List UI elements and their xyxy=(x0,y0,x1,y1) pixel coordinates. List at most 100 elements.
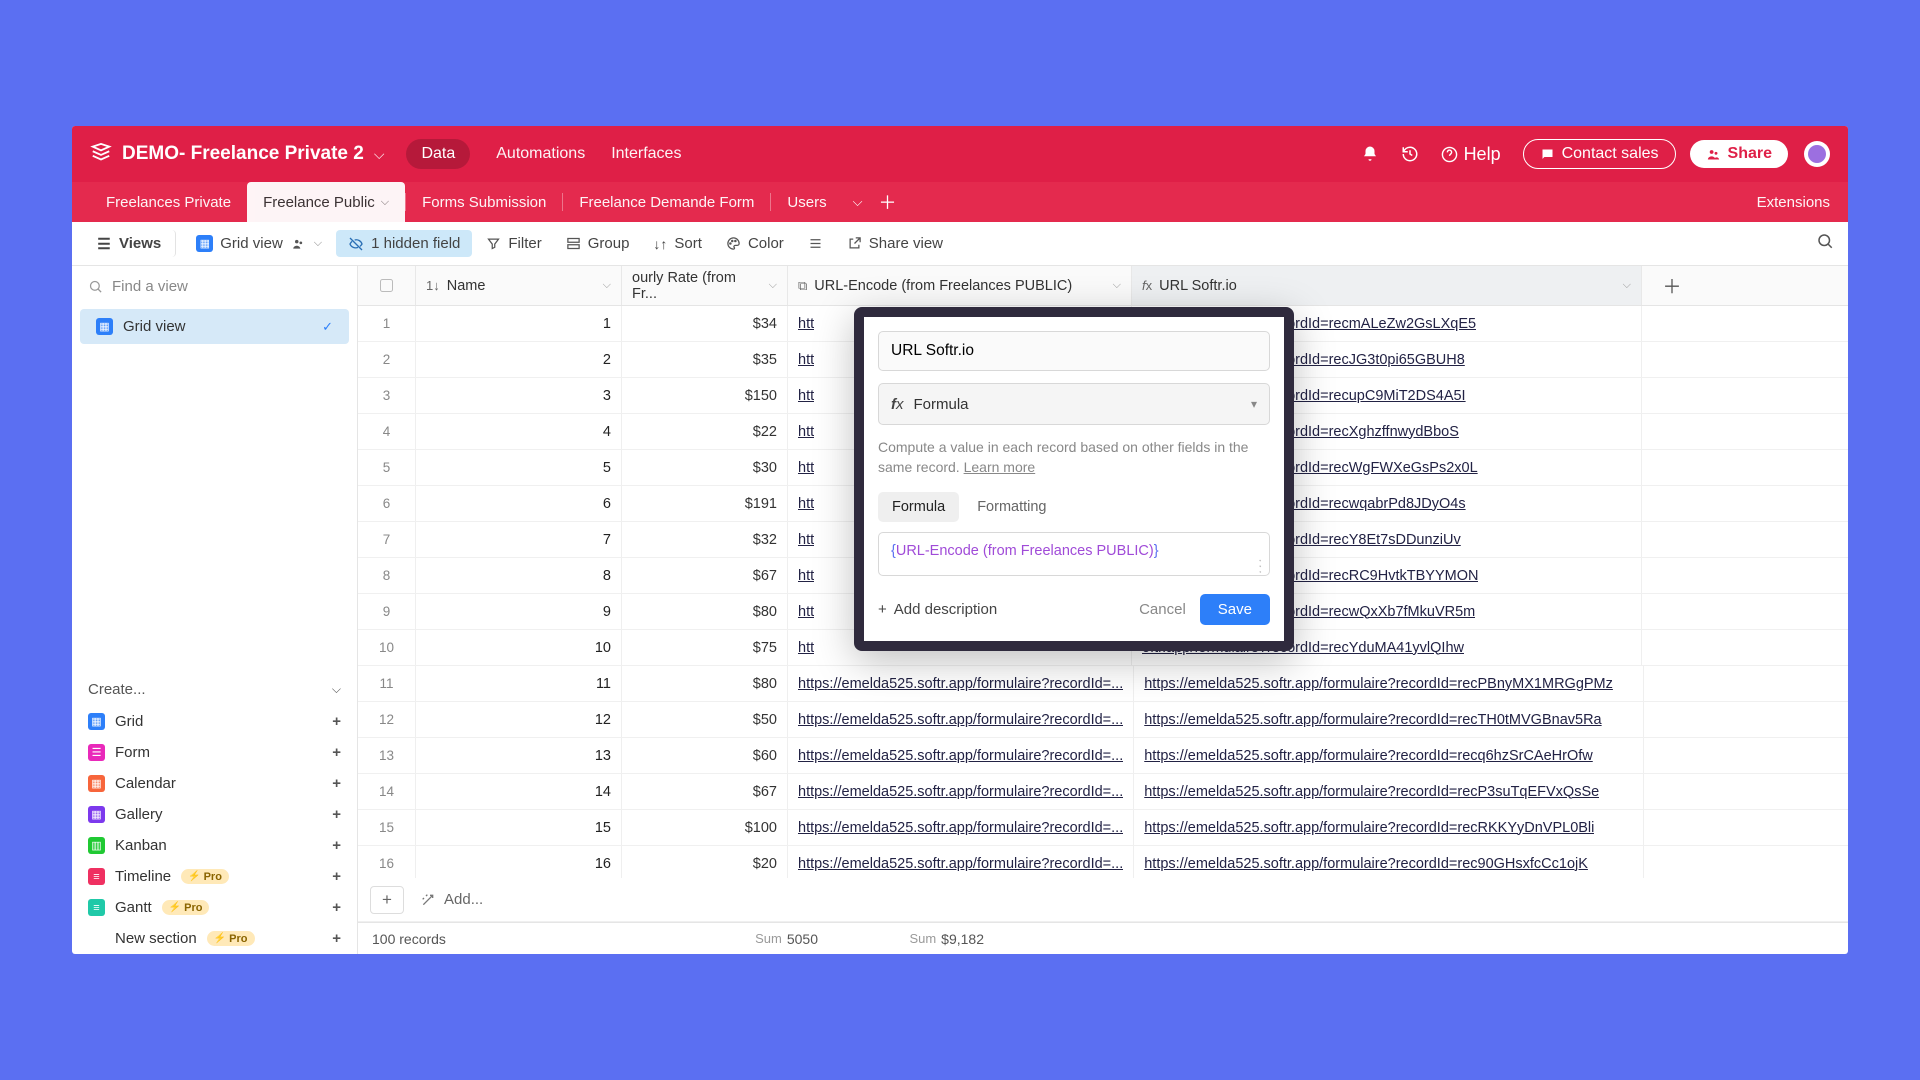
cell-name[interactable]: 5 xyxy=(416,450,622,485)
views-button[interactable]: ☰ Views xyxy=(86,230,176,257)
tab-demande-form[interactable]: Freelance Demande Form xyxy=(563,182,770,222)
summary-name[interactable]: Sum 5050 xyxy=(622,931,828,947)
help-button[interactable]: Help xyxy=(1441,144,1501,165)
share-view-button[interactable]: Share view xyxy=(837,230,953,257)
cell-url-encode[interactable]: https://emelda525.softr.app/formulaire?r… xyxy=(788,738,1134,773)
create-timeline[interactable]: ≡ Timeline Pro + xyxy=(72,861,357,892)
row-height-button[interactable] xyxy=(798,231,833,256)
subtab-formatting[interactable]: Formatting xyxy=(963,492,1060,522)
cell-name[interactable]: 11 xyxy=(416,666,622,701)
cell-name[interactable]: 1 xyxy=(416,306,622,341)
table-row[interactable]: 1212$50https://emelda525.softr.app/formu… xyxy=(358,702,1848,738)
create-header[interactable]: Create... ⌵ xyxy=(72,673,357,706)
color-button[interactable]: Color xyxy=(716,230,794,257)
group-button[interactable]: Group xyxy=(556,230,640,257)
cell-rate[interactable]: $67 xyxy=(622,558,788,593)
tab-freelance-public[interactable]: Freelance Public ⌵ xyxy=(247,182,405,222)
cell-name[interactable]: 8 xyxy=(416,558,622,593)
table-row[interactable]: 1414$67https://emelda525.softr.app/formu… xyxy=(358,774,1848,810)
cell-name[interactable]: 12 xyxy=(416,702,622,737)
cell-rate[interactable]: $22 xyxy=(622,414,788,449)
tab-freelances-private[interactable]: Freelances Private xyxy=(90,182,247,222)
gridview-picker[interactable]: ▦ Grid view ⌵ xyxy=(186,230,332,257)
select-all-checkbox[interactable] xyxy=(358,266,416,305)
cell-rate[interactable]: $34 xyxy=(622,306,788,341)
col-header-name[interactable]: 1↓ Name ⌵ xyxy=(416,266,622,305)
col-header-rate[interactable]: ourly Rate (from Fr... ⌵ xyxy=(622,266,788,305)
cell-name[interactable]: 2 xyxy=(416,342,622,377)
cell-url-softr[interactable]: https://emelda525.softr.app/formulaire?r… xyxy=(1134,702,1644,737)
user-avatar[interactable] xyxy=(1804,141,1830,167)
cell-url-encode[interactable]: https://emelda525.softr.app/formulaire?r… xyxy=(788,774,1134,809)
add-table-button[interactable]: ＋ xyxy=(878,189,896,215)
contact-sales-button[interactable]: Contact sales xyxy=(1523,139,1676,169)
cell-name[interactable]: 4 xyxy=(416,414,622,449)
cell-rate[interactable]: $60 xyxy=(622,738,788,773)
cell-rate[interactable]: $32 xyxy=(622,522,788,557)
cell-rate[interactable]: $35 xyxy=(622,342,788,377)
formula-editor[interactable]: {URL-Encode (from Freelances PUBLIC)} ⋰ xyxy=(878,532,1270,576)
base-title[interactable]: DEMO- Freelance Private 2 xyxy=(122,143,364,165)
cell-rate[interactable]: $191 xyxy=(622,486,788,521)
summary-rate[interactable]: Sum $9,182 xyxy=(828,931,994,947)
sort-button[interactable]: ↓↑ Sort xyxy=(643,230,712,257)
chevron-down-icon[interactable]: ⌵ xyxy=(374,146,385,163)
table-row[interactable]: 1515$100https://emelda525.softr.app/form… xyxy=(358,810,1848,846)
create-section[interactable]: New section Pro + xyxy=(72,923,357,954)
field-name-input[interactable] xyxy=(878,331,1270,371)
cell-url-softr[interactable]: https://emelda525.softr.app/formulaire?r… xyxy=(1134,666,1644,701)
ai-add-button[interactable]: Add... xyxy=(420,891,483,908)
create-kanban[interactable]: ▥ Kanban + xyxy=(72,830,357,861)
save-button[interactable]: Save xyxy=(1200,594,1270,625)
cell-name[interactable]: 10 xyxy=(416,630,622,665)
cell-rate[interactable]: $20 xyxy=(622,846,788,878)
cell-url-softr[interactable]: https://emelda525.softr.app/formulaire?r… xyxy=(1134,774,1644,809)
cell-url-softr[interactable]: https://emelda525.softr.app/formulaire?r… xyxy=(1134,810,1644,845)
cell-rate[interactable]: $80 xyxy=(622,594,788,629)
cell-url-encode[interactable]: https://emelda525.softr.app/formulaire?r… xyxy=(788,810,1134,845)
cell-name[interactable]: 13 xyxy=(416,738,622,773)
cell-rate[interactable]: $75 xyxy=(622,630,788,665)
add-column-button[interactable]: ＋ xyxy=(1642,266,1702,305)
history-icon[interactable] xyxy=(1401,145,1419,163)
table-row[interactable]: 1313$60https://emelda525.softr.app/formu… xyxy=(358,738,1848,774)
field-type-select[interactable]: fx Formula ▾ xyxy=(878,383,1270,425)
bell-icon[interactable] xyxy=(1361,145,1379,163)
resize-handle-icon[interactable]: ⋰ xyxy=(1251,556,1269,574)
cell-rate[interactable]: $150 xyxy=(622,378,788,413)
cell-url-softr[interactable]: https://emelda525.softr.app/formulaire?r… xyxy=(1134,846,1644,878)
create-calendar[interactable]: ▦ Calendar + xyxy=(72,768,357,799)
learn-more-link[interactable]: Learn more xyxy=(964,459,1036,475)
cell-name[interactable]: 14 xyxy=(416,774,622,809)
cell-url-encode[interactable]: https://emelda525.softr.app/formulaire?r… xyxy=(788,666,1134,701)
create-gantt[interactable]: ≡ Gantt Pro + xyxy=(72,892,357,923)
cell-url-encode[interactable]: https://emelda525.softr.app/formulaire?r… xyxy=(788,846,1134,878)
nav-data[interactable]: Data xyxy=(406,139,470,169)
cell-rate[interactable]: $80 xyxy=(622,666,788,701)
cell-url-encode[interactable]: https://emelda525.softr.app/formulaire?r… xyxy=(788,702,1134,737)
col-header-url-softr[interactable]: fx URL Softr.io ⌵ xyxy=(1132,266,1642,305)
cell-name[interactable]: 6 xyxy=(416,486,622,521)
create-gallery[interactable]: ▦ Gallery + xyxy=(72,799,357,830)
table-row[interactable]: 1616$20https://emelda525.softr.app/formu… xyxy=(358,846,1848,878)
cell-rate[interactable]: $30 xyxy=(622,450,788,485)
nav-automations[interactable]: Automations xyxy=(496,145,585,163)
create-grid[interactable]: ▦ Grid + xyxy=(72,706,357,737)
add-record-button[interactable]: + xyxy=(370,886,404,914)
nav-interfaces[interactable]: Interfaces xyxy=(611,145,681,163)
cell-name[interactable]: 15 xyxy=(416,810,622,845)
cell-url-softr[interactable]: https://emelda525.softr.app/formulaire?r… xyxy=(1134,738,1644,773)
create-form[interactable]: ☰ Form + xyxy=(72,737,357,768)
cell-rate[interactable]: $67 xyxy=(622,774,788,809)
filter-button[interactable]: Filter xyxy=(476,230,551,257)
share-button[interactable]: Share xyxy=(1690,140,1788,168)
table-row[interactable]: 1111$80https://emelda525.softr.app/formu… xyxy=(358,666,1848,702)
cell-name[interactable]: 9 xyxy=(416,594,622,629)
cancel-button[interactable]: Cancel xyxy=(1139,601,1186,618)
cell-name[interactable]: 16 xyxy=(416,846,622,878)
tab-users[interactable]: Users xyxy=(771,182,842,222)
chevron-down-icon[interactable]: ⌵ xyxy=(853,194,863,210)
add-description-button[interactable]: + Add description xyxy=(878,601,997,618)
col-header-url-encode[interactable]: ⧉ URL-Encode (from Freelances PUBLIC) ⌵ xyxy=(788,266,1132,305)
cell-rate[interactable]: $100 xyxy=(622,810,788,845)
